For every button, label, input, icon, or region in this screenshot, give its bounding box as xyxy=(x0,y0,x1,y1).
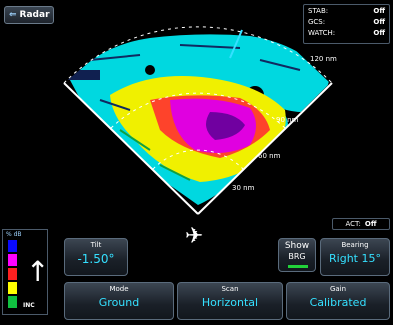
scan-button[interactable]: Scan Horizontal xyxy=(177,282,283,320)
scan-label: Scan xyxy=(221,285,239,293)
back-button-label: Radar xyxy=(19,10,50,20)
mode-button[interactable]: Mode Ground xyxy=(64,282,174,320)
scale-swatch-yellow xyxy=(8,282,17,294)
status-row-gcs: GCS: Off xyxy=(308,17,385,28)
radar-display: 120 nm 90 nm 60 nm 30 nm xyxy=(63,26,337,215)
scale-swatch-green xyxy=(8,296,17,308)
bearing-label: Bearing xyxy=(341,241,369,249)
status-label: WATCH: xyxy=(308,29,336,37)
status-row-watch: WATCH: Off xyxy=(308,28,385,39)
range-label-120: 120 nm xyxy=(310,55,337,63)
gain-value: Calibrated xyxy=(309,296,367,309)
tilt-button[interactable]: Tilt -1.50° xyxy=(64,238,128,276)
range-label-90: 90 nm xyxy=(276,116,299,124)
scale-swatch-magenta xyxy=(8,254,17,266)
scale-swatch-red xyxy=(8,268,17,280)
bearing-value: Right 15° xyxy=(329,252,381,265)
status-panel: STAB: Off GCS: Off WATCH: Off xyxy=(303,4,390,44)
gain-label: Gain xyxy=(329,285,347,293)
back-arrow-icon: ⇐ xyxy=(9,10,17,20)
act-indicator: ACT: Off xyxy=(332,218,390,230)
status-row-stab: STAB: Off xyxy=(308,6,385,17)
show-brg-line2: BRG xyxy=(288,252,306,261)
status-label: GCS: xyxy=(308,18,326,26)
mode-value: Ground xyxy=(98,296,140,309)
bearing-button[interactable]: Bearing Right 15° xyxy=(320,238,390,276)
scan-value: Horizontal xyxy=(201,296,259,309)
tilt-value: -1.50° xyxy=(77,252,115,266)
color-scale: % dB ↑ INC xyxy=(2,229,50,315)
status-value: Off xyxy=(373,7,385,15)
act-value: Off xyxy=(364,220,377,228)
scale-swatch-blue xyxy=(8,240,17,252)
aircraft-icon: ✈ xyxy=(185,224,204,249)
act-label: ACT: xyxy=(345,220,361,228)
status-label: STAB: xyxy=(308,7,329,15)
up-arrow-icon: ↑ xyxy=(26,255,50,288)
scale-title: % dB xyxy=(6,231,22,238)
mode-label: Mode xyxy=(109,285,129,293)
back-button[interactable]: ⇐ Radar xyxy=(4,6,54,24)
show-brg-line1: Show xyxy=(284,241,310,251)
show-bearing-button[interactable]: Show BRG xyxy=(278,238,316,272)
status-value: Off xyxy=(373,29,385,37)
tilt-label: Tilt xyxy=(90,241,102,249)
scale-inc-label: INC xyxy=(23,302,35,309)
radar-screen: 120 nm 90 nm 60 nm 30 nm ⇐ Radar STAB: O… xyxy=(0,0,393,325)
active-indicator-bar xyxy=(288,265,308,268)
status-value: Off xyxy=(373,18,385,26)
range-label-30: 30 nm xyxy=(232,184,255,192)
range-label-60: 60 nm xyxy=(258,152,281,160)
gain-button[interactable]: Gain Calibrated xyxy=(286,282,390,320)
